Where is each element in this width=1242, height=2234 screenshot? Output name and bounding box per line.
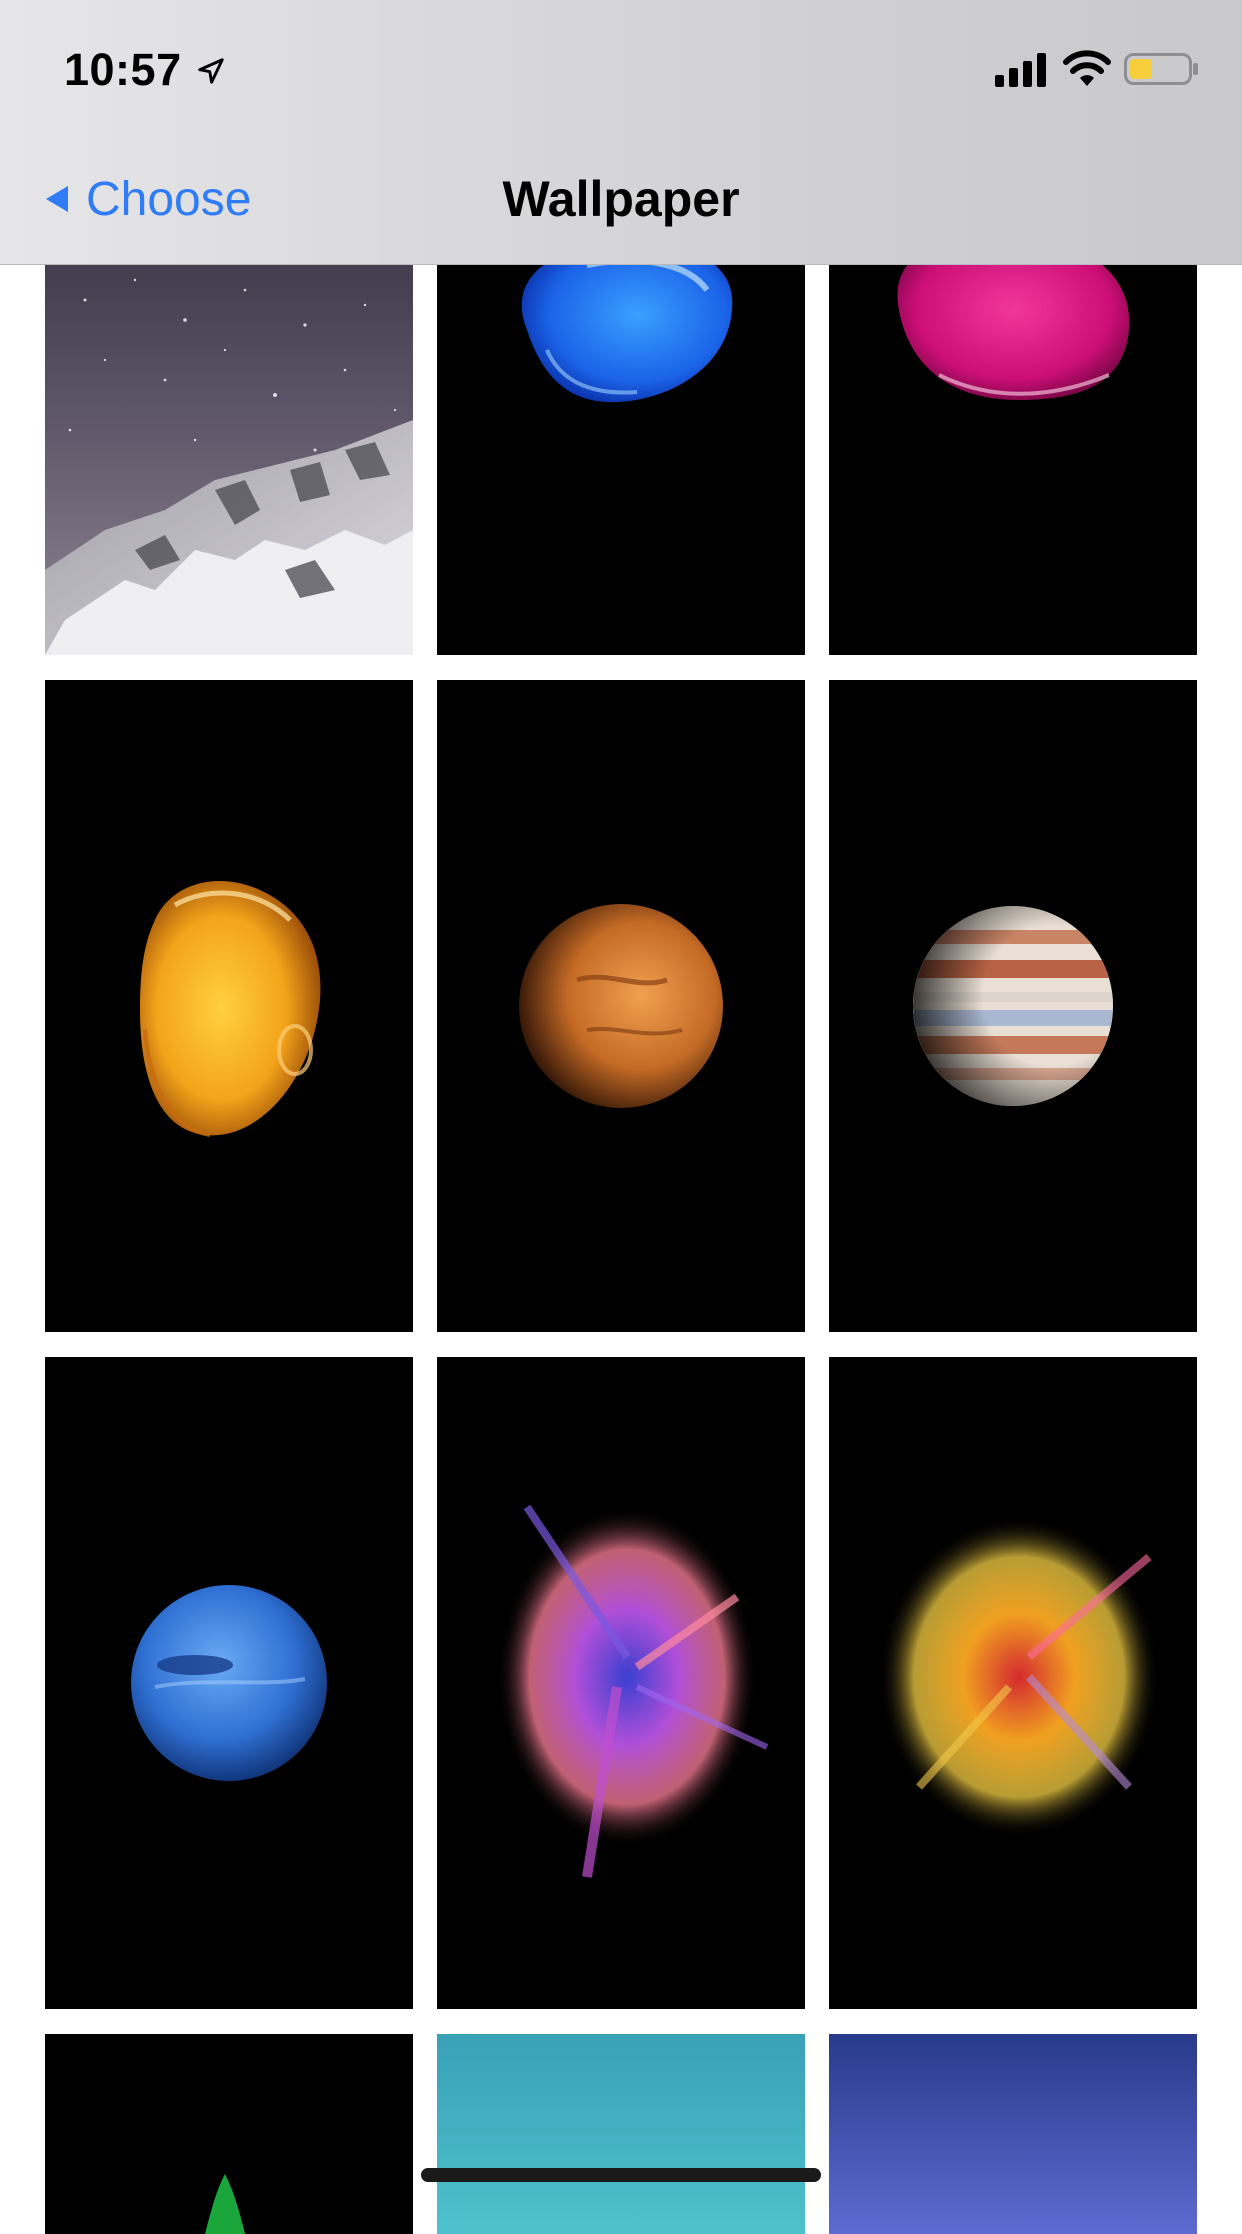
status-time: 10:57 [64, 44, 182, 95]
wallpaper-thumb-pink-purple-powder-burst[interactable] [437, 1357, 805, 2009]
wallpaper-thumb-jupiter[interactable] [829, 680, 1197, 1332]
signal-icon [995, 53, 1046, 87]
back-arrow-icon [46, 186, 68, 212]
wifi-icon [1063, 50, 1111, 86]
wallpaper-thumb-green-aurora[interactable] [45, 2034, 413, 2234]
wallpaper-thumb-neptune[interactable] [45, 1357, 413, 2009]
location-arrow-icon [198, 58, 224, 84]
navigation-header: 10:57 Choose Wallpaper [0, 0, 1242, 265]
wallpaper-thumb-indigo-gradient[interactable] [829, 2034, 1197, 2234]
home-indicator[interactable] [421, 2168, 821, 2182]
battery-icon [1124, 53, 1198, 85]
wallpaper-thumb-mars[interactable] [437, 680, 805, 1332]
wallpaper-thumb-teal-gradient[interactable] [437, 2034, 805, 2234]
back-button[interactable]: Choose [44, 164, 251, 234]
wallpaper-grid [0, 0, 1242, 2234]
back-button-label: Choose [86, 172, 252, 226]
wallpaper-thumb-amber-liquid-drop[interactable] [45, 680, 413, 1332]
wallpaper-thumb-yellow-red-powder-burst[interactable] [829, 1357, 1197, 2009]
